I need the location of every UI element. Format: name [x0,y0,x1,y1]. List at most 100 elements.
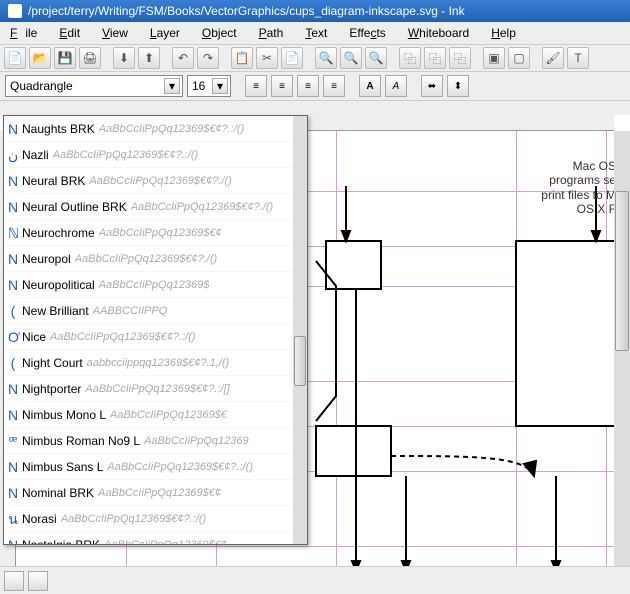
zoom-sel-button[interactable]: 🔍 [315,47,337,69]
font-sample: AaBbCcIiPpQq12369$€¢ [98,487,221,499]
menu-view[interactable]: View [98,24,132,42]
font-sample: AaBbCcIiPpQq12369$€ [110,409,227,421]
clone-button[interactable]: ⿻ [424,47,446,69]
font-name: Nice [22,330,46,344]
font-option[interactable]: (New Brilliant AABBCCIIPPQ [4,298,293,324]
font-option[interactable]: NNightporter AaBbCcIiPpQq12369$€¢?.:/[] [4,376,293,402]
zoom-draw-button[interactable]: 🔍 [340,47,362,69]
menu-path[interactable]: Path [255,24,288,42]
align-right-button[interactable]: ≡ [297,75,319,97]
font-swatch-icon: N [8,122,18,136]
ungroup-button[interactable]: ▢ [508,47,530,69]
font-name: Nazli [22,148,49,162]
font-swatch-icon: N [8,252,18,266]
font-sample: AaBbCcIiPpQq12369 [144,435,249,447]
menu-text[interactable]: Text [301,24,331,42]
font-swatch-icon: ꟹ [8,434,18,448]
font-sample: aabbcciippqq12369$€¢?.1,/() [87,357,230,369]
font-family-combo[interactable]: Quadrangle ▾ [5,75,183,97]
font-option[interactable]: NNaughts BRK AaBbCcIiPpQq12369$€¢?.:/() [4,116,293,142]
align-justify-button[interactable]: ≡ [323,75,345,97]
font-option[interactable]: NNeuropol AaBbCcIiPpQq12369$€¢?./() [4,246,293,272]
font-sample: AaBbCcIiPpQq12369$€¢?.:/[] [85,383,229,395]
duplicate-button[interactable]: ⿻ [399,47,421,69]
tool-button[interactable] [28,571,48,591]
menu-effects[interactable]: Effects [345,24,389,42]
font-option[interactable]: NNeural Outline BRK AaBbCcIiPpQq12369$€¢… [4,194,293,220]
font-option[interactable]: ℕNeurochrome AaBbCcIiPpQq12369$€¢ [4,220,293,246]
chevron-down-icon[interactable]: ▾ [164,78,180,94]
font-family-value: Quadrangle [10,79,73,93]
zoom-page-button[interactable]: 🔍 [365,47,387,69]
menu-bar: File Edit View Layer Object Path Text Ef… [0,22,630,45]
font-option[interactable]: NNeural BRK AaBbCcIiPpQq12369$€¢?./() [4,168,293,194]
font-name: Nimbus Sans L [22,460,103,474]
font-size-combo[interactable]: 16 ▾ [187,75,231,97]
redo-button[interactable]: ↷ [197,47,219,69]
chevron-down-icon[interactable]: ▾ [212,78,228,94]
font-option[interactable]: ƠNice AaBbCcIiPpQq12369$€¢?.:/() [4,324,293,350]
paste-button[interactable]: 📄 [281,47,303,69]
text-dialog-button[interactable]: T [567,47,589,69]
status-bar [0,566,630,594]
horizontal-text-button[interactable]: ⬌ [421,75,443,97]
fill-button[interactable]: 🖌 [542,47,564,69]
vertical-text-button[interactable]: ⬍ [447,75,469,97]
font-name: Neural BRK [22,174,85,188]
menu-edit[interactable]: Edit [55,24,84,42]
font-swatch-icon: ( [8,356,18,370]
font-sample: AaBbCcIiPpQq12369$€¢?.:/() [107,461,253,473]
menu-layer[interactable]: Layer [146,24,184,42]
menu-whiteboard[interactable]: Whiteboard [404,24,473,42]
font-name: Night Court [22,356,83,370]
font-option[interactable]: نNazli AaBbCcIiPpQq12369$€¢?.:/() [4,142,293,168]
align-center-button[interactable]: ≡ [271,75,293,97]
font-name: Nominal BRK [22,486,94,500]
font-swatch-icon: ن [8,148,18,162]
italic-button[interactable]: A [385,75,407,97]
font-option[interactable]: ( Night Court aabbcciippqq12369$€¢?.1,/() [4,350,293,376]
menu-object[interactable]: Object [198,24,241,42]
font-option[interactable]: ꟹ Nimbus Roman No9 L AaBbCcIiPpQq12369 [4,428,293,454]
align-left-button[interactable]: ≡ [245,75,267,97]
font-option[interactable]: NNeuropolitical AaBbCcIiPpQq12369$ [4,272,293,298]
scrollbar-thumb[interactable] [294,336,306,386]
unlink-button[interactable]: ⿻ [449,47,471,69]
font-dropdown-list[interactable]: NNaughts BRK AaBbCcIiPpQq12369$€¢?.:/() ن… [3,115,308,545]
font-swatch-icon: N [8,460,18,474]
cut-button[interactable]: ✂ [256,47,278,69]
font-option[interactable]: NNostalgia BRK AaBbCcIiPpQq12369$€¢ [4,532,293,544]
font-list-scrollbar[interactable] [293,116,307,544]
scrollbar-vertical[interactable] [614,131,630,594]
font-swatch-icon: N [8,174,18,188]
font-swatch-icon: ℕ [8,226,18,240]
font-name: Nimbus Roman No9 L [22,434,140,448]
font-sample: AaBbCcIiPpQq12369$€¢?./() [75,253,217,265]
scrollbar-thumb[interactable] [615,191,629,351]
new-button[interactable]: 📄 [4,47,26,69]
font-option[interactable]: นNorasi AaBbCcIiPpQq12369$€¢?.:/() [4,506,293,532]
font-sample: AaBbCcIiPpQq12369$€¢?.:/() [99,123,245,135]
font-option[interactable]: N Nimbus Sans L AaBbCcIiPpQq12369$€¢?.:/(… [4,454,293,480]
font-option[interactable]: NNominal BRK AaBbCcIiPpQq12369$€¢ [4,480,293,506]
bold-button[interactable]: A [359,75,381,97]
font-option[interactable]: NNimbus Mono L AaBbCcIiPpQq12369$€ [4,402,293,428]
print-button[interactable]: 🖨 [79,47,101,69]
font-swatch-icon: N [8,408,18,422]
menu-file[interactable]: File [6,24,41,42]
tool-button[interactable] [4,571,24,591]
font-name: Nostalgia BRK [22,538,100,545]
font-swatch-icon: N [8,200,18,214]
menu-help[interactable]: Help [487,24,520,42]
font-sample: AaBbCcIiPpQq12369$€¢?.:/() [61,513,207,525]
copy-button[interactable]: 📋 [231,47,253,69]
import-button[interactable]: ⬇ [113,47,135,69]
canvas-text: Mac OSprograms seprint files to MOS X F [541,159,614,217]
open-button[interactable]: 📂 [29,47,51,69]
font-sample: AaBbCcIiPpQq12369$€¢ [99,227,222,239]
save-button[interactable]: 💾 [54,47,76,69]
export-button[interactable]: ⬆ [138,47,160,69]
group-button[interactable]: ▣ [483,47,505,69]
undo-button[interactable]: ↶ [172,47,194,69]
font-name: Norasi [22,512,57,526]
